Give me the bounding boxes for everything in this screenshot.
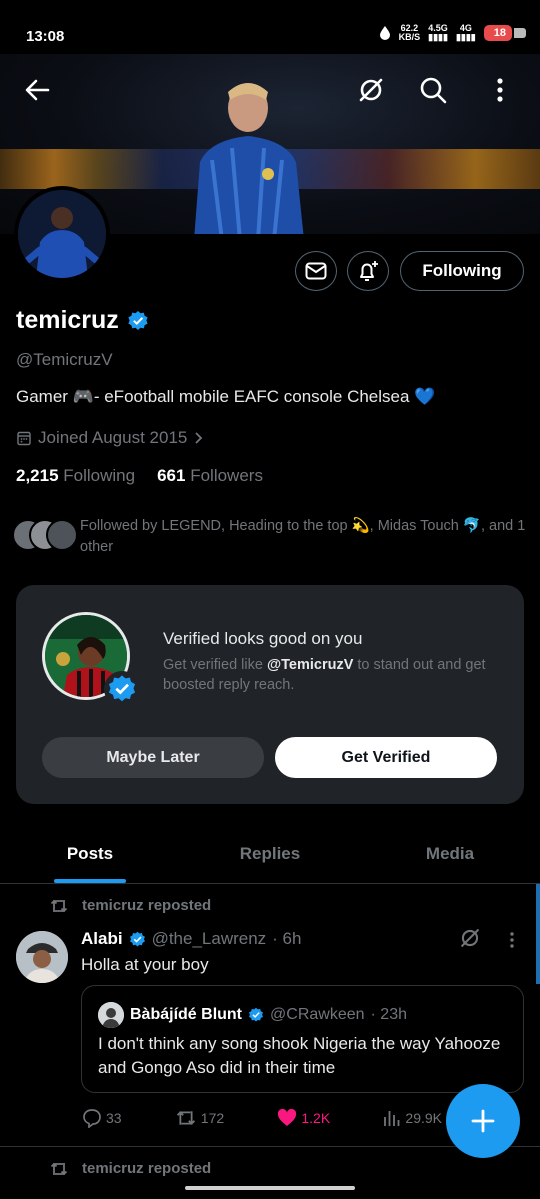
- reply-button[interactable]: 33: [82, 1108, 122, 1128]
- repost-label: temicruz reposted: [82, 1160, 212, 1177]
- more-vertical-icon: [510, 932, 514, 948]
- repost-indicator: temicruz reposted: [50, 897, 211, 914]
- plus-icon: [471, 1109, 495, 1133]
- banner-player-image: [194, 83, 304, 234]
- more-options-button[interactable]: [478, 68, 522, 112]
- display-name: temicruz: [16, 306, 119, 334]
- views-button[interactable]: 29.9K: [383, 1108, 442, 1128]
- profile-handle: @TemicruzV: [16, 350, 113, 369]
- search-icon: [420, 77, 447, 104]
- followers-count-link[interactable]: 661 Followers: [157, 466, 263, 486]
- following-count-link[interactable]: 2,215 Following: [16, 466, 135, 486]
- quoted-author-name: Bàbájídé Blunt: [130, 1006, 243, 1023]
- status-icons: 62.2 KB/S 4.5G ▮▮▮▮ 4G ▮▮▮▮ 18: [379, 23, 527, 42]
- like-count: 1.2K: [301, 1110, 331, 1126]
- repost-indicator: temicruz reposted: [50, 1160, 211, 1177]
- chevron-right-icon: [195, 432, 203, 444]
- quoted-post-header: Bàbájídé Blunt @CRawkeen · 23h: [98, 1002, 407, 1028]
- quoted-text: I don't think any song shook Nigeria the…: [98, 1034, 501, 1077]
- data-saver-icon: [379, 26, 390, 40]
- joined-text: Joined August 2015: [38, 428, 188, 447]
- verified-badge-icon: [128, 310, 148, 330]
- tab-media[interactable]: Media: [360, 828, 540, 883]
- post-author-avatar[interactable]: [16, 931, 68, 983]
- tab-replies[interactable]: Replies: [180, 828, 360, 883]
- post-author-image: [16, 931, 68, 983]
- reply-icon: [83, 1109, 101, 1128]
- grok-icon: [461, 929, 479, 947]
- back-arrow-icon: [25, 79, 50, 101]
- status-time: 13:08: [26, 28, 65, 45]
- repost-button[interactable]: 172: [175, 1108, 224, 1128]
- followed-by-avatars: [12, 519, 78, 551]
- compose-post-button[interactable]: [446, 1084, 520, 1158]
- following-count: 2,215: [16, 466, 59, 485]
- net-speed: 62.2 KB/S: [398, 23, 421, 42]
- verified-badge-icon: [249, 1007, 263, 1022]
- repost-icon: [50, 899, 68, 912]
- avatar-image: [18, 190, 106, 278]
- scrollbar[interactable]: [536, 884, 540, 984]
- followers-count: 661: [157, 466, 186, 485]
- post-more-button[interactable]: [492, 920, 532, 960]
- repost-count: 172: [200, 1110, 225, 1126]
- quoted-post[interactable]: Bàbájídé Blunt @CRawkeen · 23h I don't t…: [81, 985, 524, 1093]
- repost-label: temicruz reposted: [82, 897, 212, 914]
- grok-icon: [359, 78, 383, 102]
- grok-button[interactable]: [349, 68, 393, 112]
- views-chart-icon: [384, 1111, 400, 1126]
- back-button[interactable]: [15, 68, 59, 112]
- view-count: 29.9K: [405, 1110, 442, 1126]
- profile-tabs: Posts Replies Media: [0, 828, 540, 884]
- like-button[interactable]: 1.2K: [277, 1108, 330, 1128]
- post-header: Alabi @the_Lawrenz · 6h: [81, 929, 301, 949]
- followed-by-text: Followed by LEGEND, Heading to the top 💫…: [80, 518, 526, 555]
- post-time: · 6h: [272, 929, 302, 948]
- get-verified-button[interactable]: Get Verified: [275, 737, 497, 778]
- quoted-author-handle: @CRawkeen: [270, 1006, 365, 1023]
- verified-badge-icon: [129, 931, 145, 946]
- notifications-button[interactable]: [347, 251, 389, 291]
- promo-verified-badge: [104, 671, 140, 707]
- more-vertical-icon: [497, 78, 503, 102]
- follower-avatar: [46, 519, 78, 551]
- post-grok-button[interactable]: [450, 918, 490, 958]
- promo-subtitle: Get verified like @TemicruzV to stand ou…: [163, 657, 486, 693]
- verified-promo-card: Verified looks good on you Get verified …: [16, 585, 524, 804]
- network-2: 4G ▮▮▮▮: [455, 23, 476, 42]
- profile-avatar[interactable]: [14, 186, 110, 282]
- verified-badge-icon: [108, 675, 136, 702]
- search-button[interactable]: [411, 68, 455, 112]
- reply-count: 33: [106, 1110, 122, 1126]
- joined-date[interactable]: Joined August 2015: [16, 428, 203, 448]
- repost-icon: [50, 1162, 68, 1175]
- quoted-time: · 23h: [370, 1006, 407, 1023]
- post-author-handle: @the_Lawrenz: [151, 929, 267, 948]
- home-indicator[interactable]: [185, 1186, 355, 1190]
- profile-name-row: temicruz: [16, 306, 149, 335]
- post-actions: 33 172 1.2K 29.9K: [82, 1108, 442, 1128]
- bell-plus-icon: [360, 261, 378, 281]
- battery-indicator: 18: [483, 25, 527, 41]
- repost-icon: [176, 1111, 195, 1125]
- calendar-icon: [17, 431, 31, 446]
- tab-posts[interactable]: Posts: [0, 828, 180, 883]
- promo-title: Verified looks good on you: [163, 629, 363, 648]
- followers-label: Followers: [190, 466, 263, 485]
- post-author-name[interactable]: Alabi: [81, 929, 123, 949]
- profile-bio: Gamer 🎮- eFootball mobile EAFC console C…: [16, 387, 436, 406]
- maybe-later-button[interactable]: Maybe Later: [42, 737, 264, 778]
- quoted-author-avatar: [98, 1002, 124, 1028]
- follow-counts: 2,215 Following 661 Followers: [16, 466, 263, 486]
- network-1: 4.5G ▮▮▮▮: [428, 23, 448, 42]
- following-label: Following: [63, 466, 136, 485]
- message-button[interactable]: [295, 251, 337, 291]
- heart-filled-icon: [278, 1109, 297, 1126]
- status-bar: 13:08 62.2 KB/S 4.5G ▮▮▮▮ 4G ▮▮▮▮ 18: [0, 0, 540, 56]
- mail-icon: [305, 262, 327, 280]
- post-text: Holla at your boy: [81, 955, 209, 974]
- following-button[interactable]: Following: [400, 251, 524, 291]
